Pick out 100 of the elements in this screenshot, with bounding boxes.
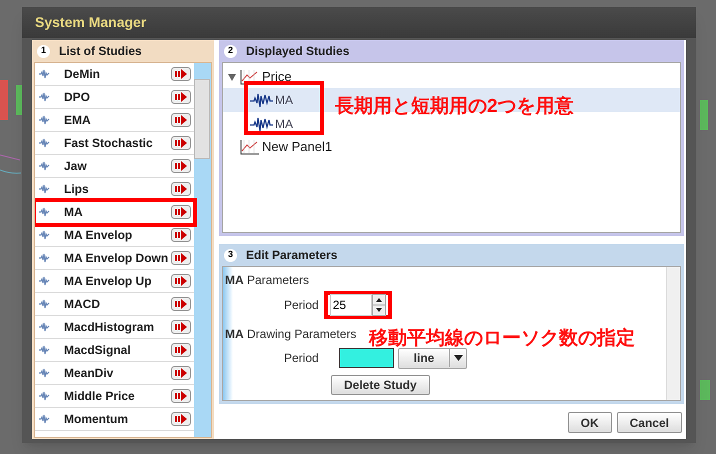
add-button[interactable]: [171, 251, 191, 265]
study-name: Fast Stochastic: [64, 135, 154, 152]
section-title: MA Parameters: [224, 272, 310, 289]
wave-icon: [38, 182, 50, 196]
study-item[interactable]: DeMin: [35, 63, 194, 86]
wave-icon: [38, 90, 50, 104]
add-button[interactable]: [171, 90, 191, 104]
add-button[interactable]: [171, 205, 191, 219]
tree-node[interactable]: Price: [262, 67, 292, 87]
wave-icon: [38, 228, 50, 242]
add-button[interactable]: [171, 320, 191, 334]
chart-icon: [240, 139, 260, 155]
study-item[interactable]: MA: [35, 201, 194, 224]
annotation-text: 長期用と短期用の2つを用意: [335, 94, 574, 119]
study-item[interactable]: Fast Stochastic: [35, 132, 194, 155]
study-name: Jaw: [64, 158, 88, 175]
stepper-icon: [372, 294, 386, 316]
add-button[interactable]: [171, 274, 191, 288]
wave-icon: [249, 91, 275, 109]
add-button[interactable]: [171, 159, 191, 173]
study-name: MACD: [64, 296, 101, 313]
window-title: System Manager: [35, 13, 146, 32]
color-swatch[interactable]: [339, 348, 394, 368]
study-name: MacdSignal: [64, 342, 132, 359]
study-item[interactable]: MA Envelop Down: [35, 247, 194, 270]
tree-node[interactable]: New Panel1: [262, 137, 332, 157]
study-item[interactable]: Momentum: [35, 408, 194, 431]
chart-icon: [240, 69, 260, 85]
study-item[interactable]: EMA: [35, 109, 194, 132]
candle: [700, 100, 708, 130]
study-item[interactable]: MacdSignal: [35, 339, 194, 362]
step-number: 2: [224, 44, 237, 58]
add-button[interactable]: [171, 343, 191, 357]
scroll-thumb[interactable]: [194, 79, 210, 159]
step-number: 3: [224, 248, 237, 262]
wave-icon: [38, 343, 50, 357]
wave-icon: [38, 412, 50, 426]
wave-icon: [249, 115, 275, 133]
collapse-arrow-icon[interactable]: [228, 73, 238, 81]
study-item[interactable]: DPO: [35, 86, 194, 109]
study-item[interactable]: MeanDiv: [35, 362, 194, 385]
wave-icon: [38, 159, 50, 173]
add-button[interactable]: [171, 113, 191, 127]
spinner-field[interactable]: 25: [324, 291, 392, 319]
wave-icon: [38, 251, 50, 265]
study-name: DeMin: [64, 66, 101, 83]
add-button[interactable]: [171, 412, 191, 426]
add-button[interactable]: [171, 182, 191, 196]
section-title: MA Drawing Parameters: [224, 326, 356, 343]
wave-icon: [38, 205, 50, 219]
scrollbar[interactable]: [666, 267, 680, 400]
panel-title: Edit Parameters: [246, 247, 338, 264]
study-item[interactable]: Middle Price: [35, 385, 194, 408]
study-item[interactable]: MA Envelop: [35, 224, 194, 247]
study-item[interactable]: MACD: [35, 293, 194, 316]
wave-icon: [38, 297, 50, 311]
indicator-line: [0, 170, 22, 174]
study-name: Lips: [64, 181, 90, 198]
wave-icon: [38, 320, 50, 334]
tree-item[interactable]: MA: [249, 91, 293, 109]
wave-icon: [38, 67, 50, 81]
study-item[interactable]: Lips: [35, 178, 194, 201]
tree-item[interactable]: MA: [249, 115, 293, 133]
cancel-button[interactable]: Cancel: [616, 412, 682, 433]
candle: [700, 380, 710, 400]
study-name: MA Envelop Up: [64, 273, 153, 290]
scrollbar[interactable]: [194, 63, 211, 437]
study-name: DPO: [64, 89, 92, 106]
study-item[interactable]: Jaw: [35, 155, 194, 178]
study-item[interactable]: MacdHistogram: [35, 316, 194, 339]
panel-title: List of Studies: [59, 43, 142, 60]
field-label: Period: [284, 297, 319, 314]
candle: [0, 80, 8, 120]
study-name: EMA: [64, 112, 92, 129]
delete-button[interactable]: Delete Study: [331, 375, 430, 395]
step-number: 1: [37, 44, 50, 58]
add-button[interactable]: [171, 389, 191, 403]
add-button[interactable]: [171, 228, 191, 242]
study-name: MA Envelop Down: [64, 250, 170, 267]
style-dropdown[interactable]: line: [398, 348, 467, 368]
add-button[interactable]: [171, 136, 191, 150]
indicator-line: [0, 154, 20, 160]
panel-title: Displayed Studies: [246, 43, 350, 60]
ok-button[interactable]: OK: [568, 412, 612, 433]
wave-icon: [38, 274, 50, 288]
add-button[interactable]: [171, 67, 191, 81]
study-name: Momentum: [64, 411, 129, 428]
wave-icon: [38, 136, 50, 150]
study-name: Middle Price: [64, 388, 136, 405]
study-name: MeanDiv: [64, 365, 114, 382]
study-item[interactable]: MA Envelop Up: [35, 270, 194, 293]
wave-icon: [38, 113, 50, 127]
add-button[interactable]: [171, 297, 191, 311]
wave-icon: [38, 366, 50, 380]
add-button[interactable]: [171, 366, 191, 380]
study-name: MA Envelop: [64, 227, 134, 244]
field-label: Period: [284, 350, 320, 367]
study-name: MacdHistogram: [64, 319, 156, 336]
wave-icon: [38, 389, 50, 403]
study-name: MA: [64, 204, 84, 221]
